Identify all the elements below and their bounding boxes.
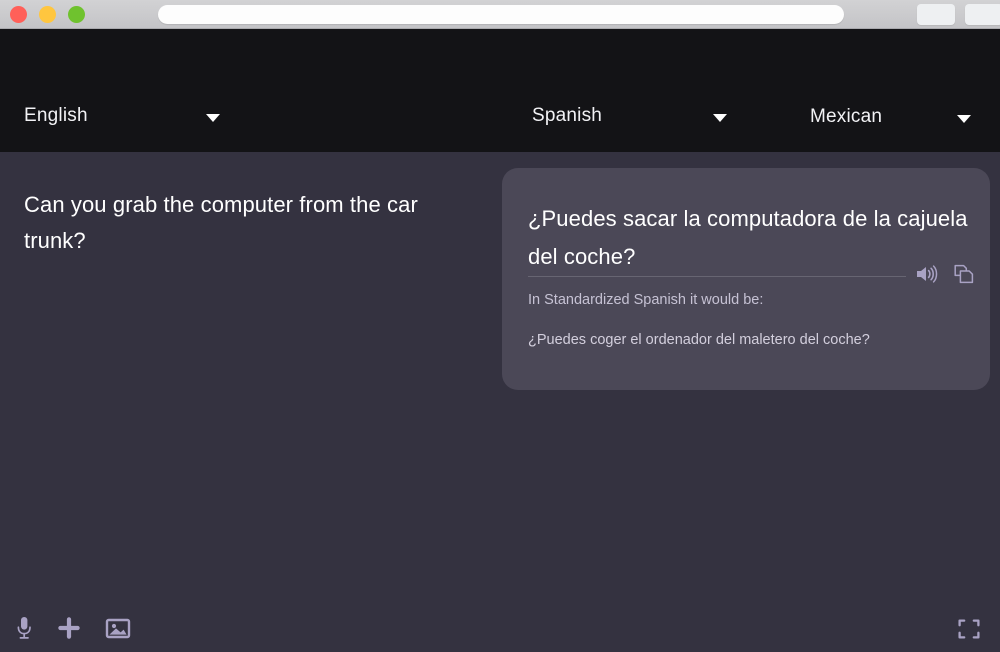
image-icon[interactable] [102, 613, 134, 643]
main-content: Can you grab the computer from the car t… [0, 152, 1000, 652]
target-language-label: Spanish [532, 105, 603, 126]
microphone-icon[interactable] [12, 612, 36, 644]
language-bar: English Spanish Mexican [0, 29, 1000, 152]
traffic-lights [10, 5, 85, 23]
standardized-note-label: In Standardized Spanish it would be: [528, 292, 764, 308]
minimize-window-button[interactable] [39, 5, 56, 23]
card-action-row [914, 262, 976, 286]
translation-card: ¿Puedes sacar la computadora de la cajue… [502, 168, 990, 390]
chevron-down-icon [957, 115, 971, 123]
chevron-down-icon [206, 114, 220, 122]
source-language-selector[interactable]: English [24, 105, 224, 127]
source-text[interactable]: Can you grab the computer from the car t… [24, 187, 464, 259]
dialect-label: Mexican [810, 106, 883, 127]
maximize-window-button[interactable] [68, 5, 85, 23]
target-language-selector[interactable]: Spanish [532, 105, 732, 127]
titlebar-button-1[interactable] [917, 4, 955, 25]
titlebar-button-2[interactable] [965, 4, 1000, 25]
copy-icon[interactable] [952, 262, 976, 286]
card-divider [528, 276, 906, 277]
speak-icon[interactable] [914, 263, 938, 285]
chevron-down-icon [713, 114, 727, 122]
plus-icon[interactable] [54, 613, 84, 643]
fullscreen-icon[interactable] [956, 616, 982, 642]
dialect-selector[interactable]: Mexican [810, 106, 980, 128]
window-titlebar [0, 0, 1000, 29]
alternate-translation-text: ¿Puedes coger el ordenador del maletero … [528, 332, 870, 348]
translation-primary-text: ¿Puedes sacar la computadora de la cajue… [528, 206, 968, 269]
close-window-button[interactable] [10, 5, 27, 23]
input-toolbar [12, 612, 134, 644]
address-bar[interactable] [158, 5, 844, 24]
source-language-label: English [24, 105, 88, 126]
